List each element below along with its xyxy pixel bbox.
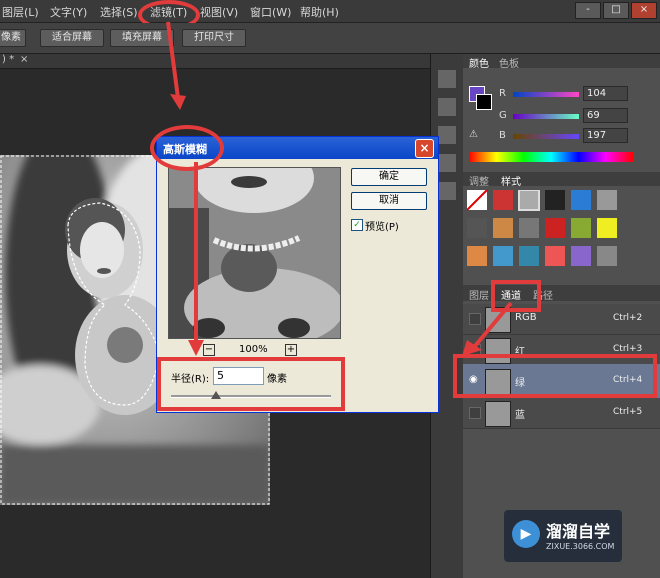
watermark-url: ZIXUE.3066.COM xyxy=(546,542,615,551)
play-logo-icon: ▶ xyxy=(512,520,540,548)
annotation-arrows xyxy=(166,21,513,356)
watermark-title: 溜溜自学 xyxy=(546,522,611,541)
watermark: ▶ 溜溜自学 ZIXUE.3066.COM xyxy=(504,510,622,562)
